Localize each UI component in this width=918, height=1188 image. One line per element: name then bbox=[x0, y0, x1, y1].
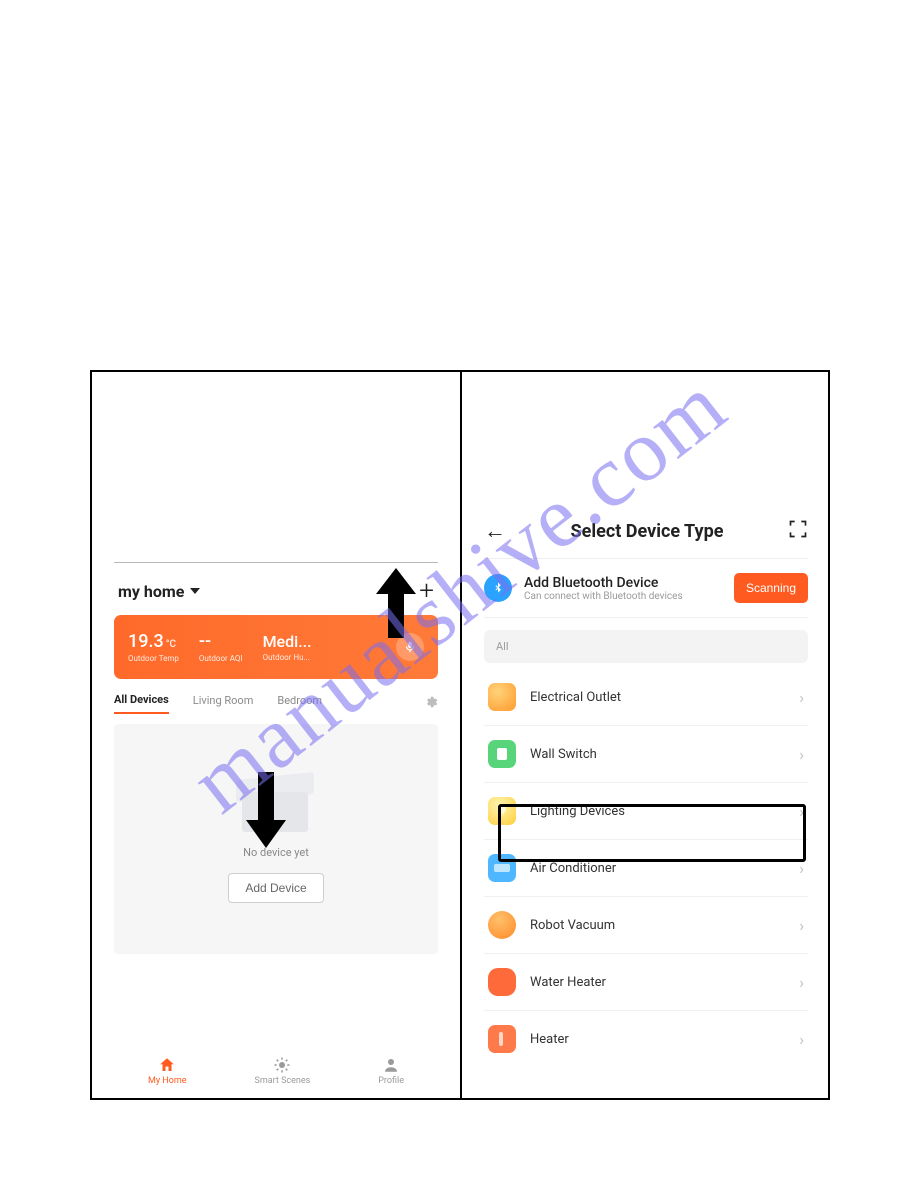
device-label: Heater bbox=[530, 1032, 569, 1047]
home-selector[interactable]: my home bbox=[118, 582, 200, 601]
tab-living-room[interactable]: Living Room bbox=[193, 694, 254, 713]
device-air-conditioner[interactable]: Air Conditioner › bbox=[484, 840, 808, 897]
device-water-heater[interactable]: Water Heater › bbox=[484, 954, 808, 1011]
nav-profile-label: Profile bbox=[378, 1076, 404, 1086]
vacuum-icon bbox=[488, 911, 516, 939]
room-settings-button[interactable] bbox=[424, 695, 438, 712]
add-device-button[interactable]: Add Device bbox=[228, 873, 323, 903]
home-title-label: my home bbox=[118, 582, 184, 601]
heater-icon bbox=[488, 1025, 516, 1053]
device-label: Water Heater bbox=[530, 975, 606, 990]
select-device-type-panel: ← Select Device Type Add Bluetooth Devic… bbox=[462, 372, 830, 1098]
divider bbox=[114, 562, 438, 563]
scenes-icon bbox=[273, 1056, 291, 1074]
bluetooth-add-row[interactable]: Add Bluetooth Device Can connect with Bl… bbox=[484, 559, 808, 618]
bluetooth-title: Add Bluetooth Device bbox=[524, 575, 683, 591]
category-all-pill[interactable]: All bbox=[484, 630, 808, 663]
scan-qr-button[interactable] bbox=[788, 519, 808, 543]
room-tabs: All Devices Living Room Bedroom bbox=[114, 693, 438, 714]
outdoor-aqi-label: Outdoor AQI bbox=[199, 654, 243, 663]
nav-my-home[interactable]: My Home bbox=[148, 1056, 187, 1086]
gear-icon bbox=[424, 695, 438, 709]
chevron-right-icon: › bbox=[799, 688, 804, 707]
outdoor-humidity-value: Medi... bbox=[263, 632, 312, 651]
nav-my-home-label: My Home bbox=[148, 1076, 187, 1086]
device-heater[interactable]: Heater › bbox=[484, 1011, 808, 1067]
chevron-right-icon: › bbox=[799, 745, 804, 764]
bluetooth-icon bbox=[484, 574, 512, 602]
tab-bedroom[interactable]: Bedroom bbox=[277, 694, 322, 713]
chevron-right-icon: › bbox=[799, 1030, 804, 1049]
bottom-nav: My Home Smart Scenes Profile bbox=[114, 1038, 438, 1086]
outlet-icon bbox=[488, 683, 516, 711]
device-electrical-outlet[interactable]: Electrical Outlet › bbox=[484, 669, 808, 726]
chevron-right-icon: › bbox=[799, 973, 804, 992]
device-label: Lighting Devices bbox=[530, 804, 625, 819]
lightbulb-icon bbox=[488, 797, 516, 825]
device-label: Robot Vacuum bbox=[530, 918, 615, 933]
page-title: Select Device Type bbox=[571, 521, 724, 542]
device-label: Air Conditioner bbox=[530, 861, 616, 876]
outdoor-humidity-label: Outdoor Hu... bbox=[263, 653, 312, 662]
chevron-right-icon: › bbox=[799, 916, 804, 935]
nav-scenes-label: Smart Scenes bbox=[255, 1076, 311, 1086]
add-device-plus-button[interactable]: + bbox=[419, 578, 434, 604]
annotation-arrow-up bbox=[376, 568, 416, 638]
annotation-arrow-down bbox=[246, 772, 286, 848]
bluetooth-subtitle: Can connect with Bluetooth devices bbox=[524, 591, 683, 602]
switch-icon bbox=[488, 740, 516, 768]
outdoor-temp-unit: °C bbox=[166, 639, 176, 650]
nav-profile[interactable]: Profile bbox=[378, 1056, 404, 1086]
chevron-down-icon bbox=[190, 588, 200, 594]
ac-icon bbox=[488, 854, 516, 882]
chevron-right-icon: › bbox=[799, 859, 804, 878]
device-wall-switch[interactable]: Wall Switch › bbox=[484, 726, 808, 783]
profile-icon bbox=[382, 1056, 400, 1074]
scan-icon bbox=[788, 519, 808, 539]
home-icon bbox=[158, 1056, 176, 1074]
tab-all-devices[interactable]: All Devices bbox=[114, 693, 169, 714]
outdoor-temp-label: Outdoor Temp bbox=[128, 654, 179, 663]
screenshot-pair-frame: my home + 19.3°C Outdoor Temp -- Outdo bbox=[90, 370, 830, 1100]
water-heater-icon bbox=[488, 968, 516, 996]
nav-smart-scenes[interactable]: Smart Scenes bbox=[255, 1056, 311, 1086]
outdoor-temp-value: 19.3 bbox=[128, 631, 164, 652]
mic-icon bbox=[403, 640, 417, 654]
device-robot-vacuum[interactable]: Robot Vacuum › bbox=[484, 897, 808, 954]
scanning-button[interactable]: Scanning bbox=[734, 573, 808, 603]
home-screen-panel: my home + 19.3°C Outdoor Temp -- Outdo bbox=[92, 372, 462, 1098]
chevron-right-icon: › bbox=[799, 802, 804, 821]
device-lighting[interactable]: Lighting Devices › bbox=[484, 783, 808, 840]
back-button[interactable]: ← bbox=[484, 518, 506, 544]
outdoor-aqi-value: -- bbox=[199, 631, 243, 652]
device-type-list: Electrical Outlet › Wall Switch › bbox=[484, 669, 808, 1067]
device-label: Electrical Outlet bbox=[530, 690, 621, 705]
device-label: Wall Switch bbox=[530, 747, 597, 762]
